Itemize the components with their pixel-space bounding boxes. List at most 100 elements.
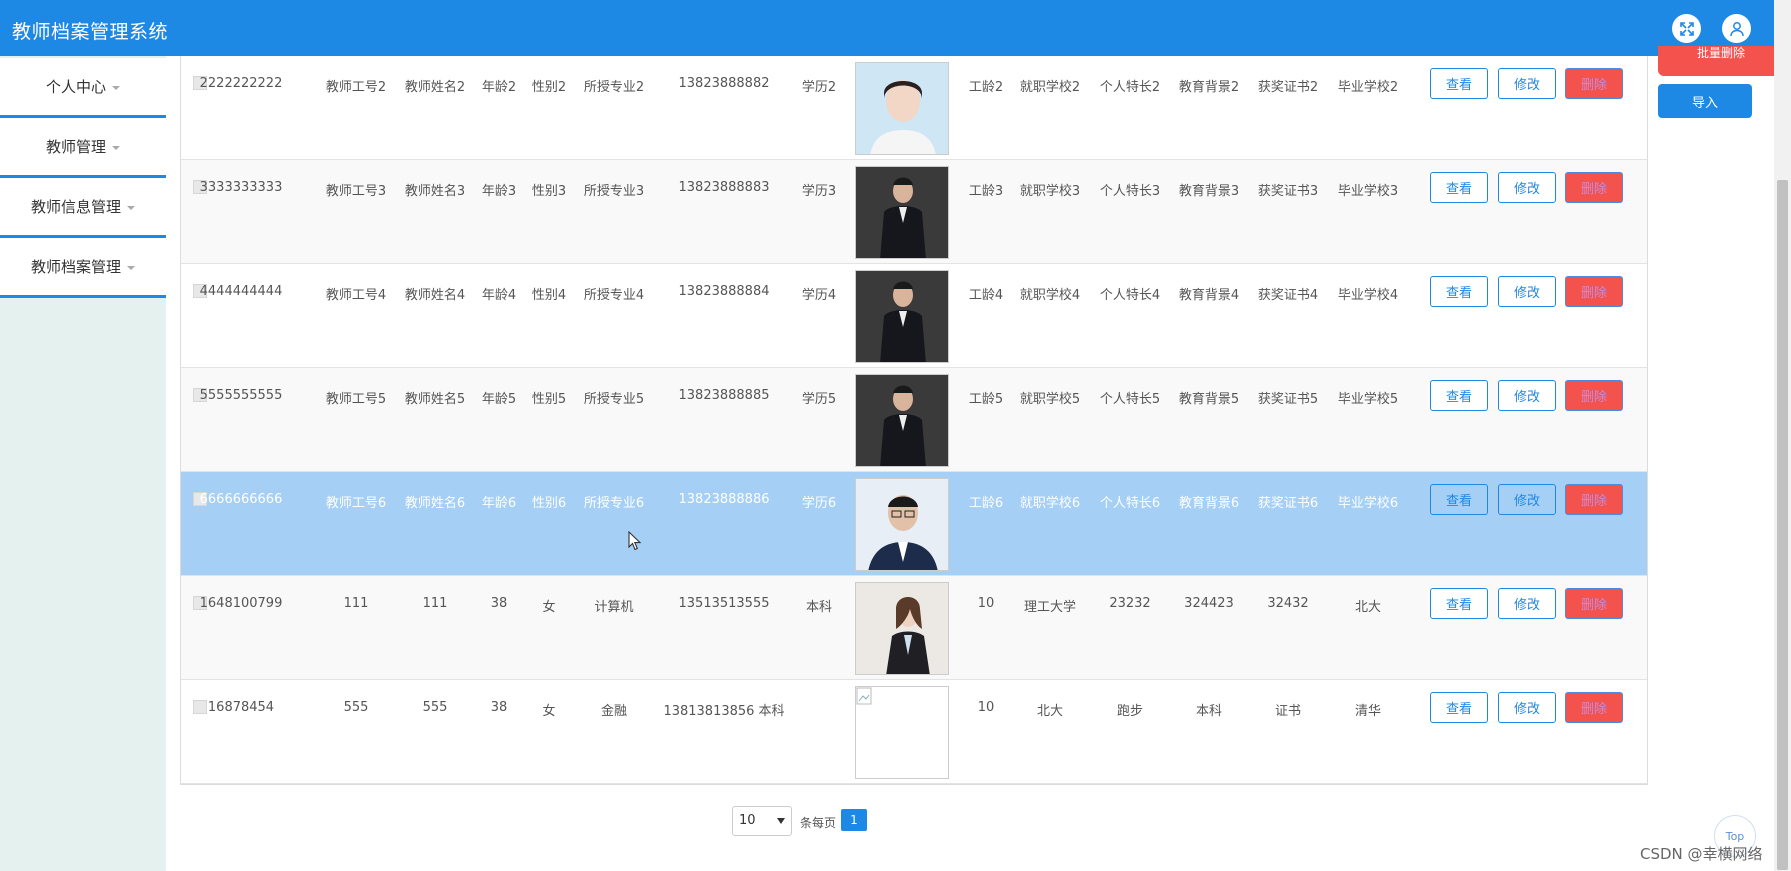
delete-button[interactable]: 删除: [1565, 172, 1623, 203]
awards-cell: 获奖证书5: [1257, 392, 1319, 407]
delete-button[interactable]: 删除: [1565, 692, 1623, 723]
sidebar-item-teacher-management[interactable]: 教师管理: [0, 118, 166, 178]
major-cell: 所授专业6: [583, 496, 645, 511]
awards-cell: 获奖证书3: [1257, 184, 1319, 199]
education-cell: 本科: [805, 600, 833, 615]
teacher-photo: [855, 478, 949, 571]
id-cell: 4444444444: [199, 284, 283, 299]
major-cell: 金融: [600, 704, 628, 719]
age-cell: 38: [490, 700, 508, 715]
app-title: 教师档案管理系统: [12, 21, 169, 43]
gender-cell: 性别2: [531, 80, 567, 95]
view-button[interactable]: 查看: [1430, 380, 1488, 411]
view-button[interactable]: 查看: [1430, 588, 1488, 619]
name-cell: 教师姓名6: [404, 496, 466, 511]
archive-table: 2222222222 教师工号2 教师姓名2 年龄2 性别2 所授专业2 138238888…: [180, 56, 1648, 785]
awards-cell: 证书: [1274, 704, 1302, 719]
sidebar-item-teacher-info[interactable]: 教师信息管理: [0, 178, 166, 238]
education-cell: 学历5: [801, 392, 837, 407]
gender-cell: 性别4: [531, 288, 567, 303]
scrollbar[interactable]: [1774, 0, 1791, 871]
edit-button[interactable]: 修改: [1498, 172, 1556, 203]
specialty-cell: 23232: [1109, 596, 1151, 611]
age-cell: 年龄3: [481, 184, 517, 199]
chevron-down-icon: [112, 145, 120, 150]
sidebar-item-label: 教师档案管理: [30, 258, 121, 276]
phone-cell: 13823888886: [678, 492, 770, 507]
education-cell: 学历6: [801, 496, 837, 511]
delete-button[interactable]: 删除: [1565, 588, 1623, 619]
per-page-label: 条每页: [800, 816, 837, 830]
delete-button[interactable]: 删除: [1565, 276, 1623, 307]
table-row[interactable]: 2222222222 教师工号2 教师姓名2 年龄2 性别2 所授专业2 138238888…: [181, 56, 1647, 160]
name-cell: 教师姓名5: [404, 392, 466, 407]
teacher-photo: [855, 686, 949, 779]
edit-button[interactable]: 修改: [1498, 380, 1556, 411]
school-cell: 就职学校4: [1019, 288, 1081, 303]
id-cell: 6666666666: [199, 492, 283, 507]
fullscreen-icon[interactable]: [1672, 14, 1701, 43]
table-row[interactable]: 6666666666 教师工号6 教师姓名6 年龄6 性别6 所授专业6 138238888…: [181, 472, 1647, 576]
scroll-thumb[interactable]: [1777, 180, 1788, 870]
job-no-cell: 111: [343, 596, 369, 611]
job-no-cell: 教师工号4: [325, 288, 387, 303]
name-cell: 教师姓名2: [404, 80, 466, 95]
sidebar: 个人中心 教师管理 教师信息管理 教师档案管理: [0, 56, 166, 871]
background-cell: 教育背景2: [1178, 80, 1240, 95]
specialty-cell: 个人特长2: [1099, 80, 1161, 95]
delete-button[interactable]: 删除: [1565, 68, 1623, 99]
page-number-button[interactable]: 1: [841, 809, 867, 831]
table-row[interactable]: 3333333333 教师工号3 教师姓名3 年龄3 性别3 所授专业3 138238888…: [181, 160, 1647, 264]
user-icon[interactable]: [1722, 14, 1751, 43]
school-cell: 理工大学: [1023, 600, 1077, 615]
watermark: CSDN @幸横网络: [1640, 845, 1763, 863]
page-size-select[interactable]: 10: [732, 806, 792, 836]
edit-button[interactable]: 修改: [1498, 68, 1556, 99]
grad-school-cell: 毕业学校2: [1337, 80, 1399, 95]
name-cell: 教师姓名3: [404, 184, 466, 199]
specialty-cell: 个人特长5: [1099, 392, 1161, 407]
delete-button[interactable]: 删除: [1565, 484, 1623, 515]
view-button[interactable]: 查看: [1430, 68, 1488, 99]
table-row[interactable]: 1648100799 111 111 38 女 计算机 13513513555 本科 10 理工大…: [181, 576, 1647, 680]
edit-button[interactable]: 修改: [1498, 484, 1556, 515]
table-row[interactable]: 16878454 555 555 38 女 金融 13813813856 本科 10 北大 跑步 本…: [181, 680, 1647, 784]
name-cell: 教师姓名4: [404, 288, 466, 303]
major-cell: 计算机: [594, 600, 634, 615]
import-button[interactable]: 导入: [1658, 84, 1752, 118]
edit-button[interactable]: 修改: [1498, 692, 1556, 723]
view-button[interactable]: 查看: [1430, 484, 1488, 515]
view-button[interactable]: 查看: [1430, 172, 1488, 203]
years-cell: 工龄4: [968, 288, 1004, 303]
row-checkbox[interactable]: [193, 700, 207, 714]
sidebar-item-personal-center[interactable]: 个人中心: [0, 58, 166, 118]
view-button[interactable]: 查看: [1430, 692, 1488, 723]
delete-button[interactable]: 删除: [1565, 380, 1623, 411]
table-row[interactable]: 4444444444 教师工号4 教师姓名4 年龄4 性别4 所授专业4 138238888…: [181, 264, 1647, 368]
sidebar-item-teacher-archive[interactable]: 教师档案管理: [0, 238, 166, 298]
batch-delete-button[interactable]: 批量删除: [1658, 46, 1784, 76]
specialty-cell: 个人特长6: [1099, 496, 1161, 511]
gender-cell: 女: [542, 600, 556, 615]
background-cell: 324423: [1184, 596, 1234, 611]
table-row[interactable]: 5555555555 教师工号5 教师姓名5 年龄5 性别5 所授专业5 138238888…: [181, 368, 1647, 472]
background-cell: 本科: [1195, 704, 1223, 719]
edit-button[interactable]: 修改: [1498, 276, 1556, 307]
job-no-cell: 教师工号5: [325, 392, 387, 407]
edit-button[interactable]: 修改: [1498, 588, 1556, 619]
school-cell: 就职学校6: [1019, 496, 1081, 511]
school-cell: 北大: [1036, 704, 1064, 719]
id-cell: 3333333333: [199, 180, 283, 195]
job-no-cell: 教师工号6: [325, 496, 387, 511]
specialty-cell: 个人特长3: [1099, 184, 1161, 199]
top-bar: 教师档案管理系统: [0, 0, 1774, 56]
chevron-down-icon: [112, 85, 120, 90]
awards-cell: 获奖证书4: [1257, 288, 1319, 303]
view-button[interactable]: 查看: [1430, 276, 1488, 307]
age-cell: 年龄6: [481, 496, 517, 511]
age-cell: 年龄4: [481, 288, 517, 303]
major-cell: 所授专业3: [583, 184, 645, 199]
grad-school-cell: 清华: [1354, 704, 1382, 719]
background-cell: 教育背景6: [1178, 496, 1240, 511]
phone-cell: 13823888884: [678, 284, 770, 299]
